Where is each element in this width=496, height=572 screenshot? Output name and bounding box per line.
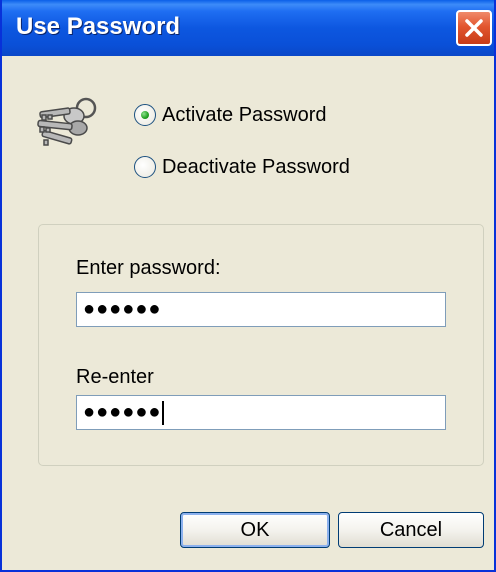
deactivate-password-label: Deactivate Password [162, 156, 350, 178]
reenter-password-label: Re-enter [76, 366, 154, 388]
activate-password-option[interactable]: Activate Password [134, 100, 327, 130]
activate-password-label: Activate Password [162, 104, 327, 126]
enter-password-label: Enter password: [76, 257, 221, 279]
ok-button[interactable]: OK [180, 512, 330, 548]
reenter-password-value: ●●●●●● [83, 401, 162, 423]
activate-password-radio[interactable] [134, 104, 156, 126]
text-caret [162, 400, 165, 425]
deactivate-password-option[interactable]: Deactivate Password [134, 152, 350, 182]
close-icon [465, 19, 483, 37]
enter-password-value: ●●●●●● [83, 298, 162, 320]
title-bar[interactable]: Use Password [2, 0, 494, 56]
close-button[interactable] [456, 10, 492, 46]
reenter-password-input[interactable]: ●●●●●● [76, 395, 446, 430]
window-title: Use Password [16, 13, 181, 40]
enter-password-input[interactable]: ●●●●●● [76, 292, 446, 327]
deactivate-password-radio[interactable] [134, 156, 156, 178]
cancel-button[interactable]: Cancel [338, 512, 484, 548]
use-password-dialog: Use Password Activate Password Deactivat… [0, 0, 496, 572]
keys-icon [37, 97, 97, 146]
